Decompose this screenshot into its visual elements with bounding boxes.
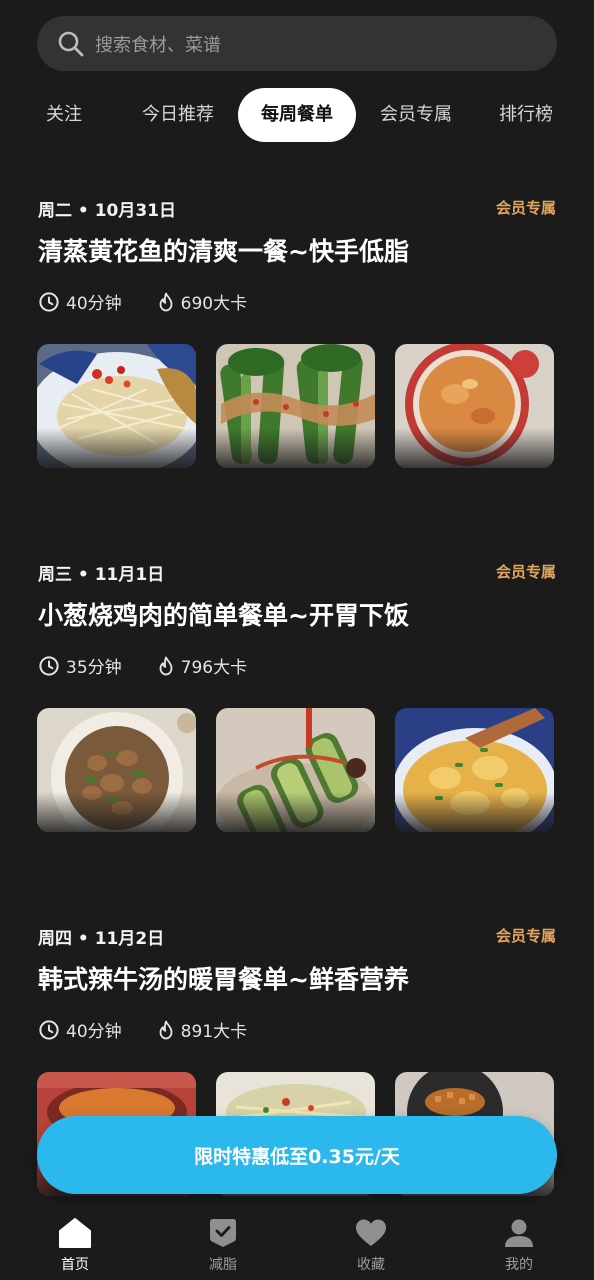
tab-ranking[interactable]: 排行榜	[490, 88, 562, 142]
calories: 796大卡	[180, 658, 248, 678]
clock-icon	[39, 1019, 59, 1040]
menu-date: 周三 • 11月1日	[38, 565, 165, 585]
menu-title: 韩式辣牛汤的暖胃餐单~鲜香营养	[38, 965, 409, 994]
dish-image[interactable]	[395, 708, 554, 832]
tab-today-recommend[interactable]: 今日推荐	[133, 88, 223, 142]
search-input[interactable]: 搜索食材、菜谱	[95, 31, 221, 57]
cook-time: 35分钟	[66, 658, 122, 678]
menu-date: 周二 • 10月31日	[38, 201, 177, 221]
search-bar[interactable]: 搜索食材、菜谱	[37, 16, 557, 71]
nav-mine[interactable]: 我的	[474, 1218, 564, 1274]
dish-image[interactable]	[216, 708, 375, 832]
menu-card[interactable]: 周三 • 11月1日 会员专属 小葱烧鸡肉的简单餐单~开胃下饭 35分钟 796…	[0, 560, 594, 900]
check-badge-icon	[210, 1219, 236, 1247]
menu-card[interactable]: 周二 • 10月31日 会员专属 清蒸黄花鱼的清爽一餐~快手低脂 40分钟 69…	[0, 196, 594, 536]
user-icon	[505, 1219, 533, 1247]
nav-home[interactable]: 首页	[30, 1218, 120, 1274]
tab-weekly-menu[interactable]: 每周餐单	[238, 88, 356, 142]
nav-fat-loss[interactable]: 减脂	[178, 1218, 268, 1274]
flame-icon	[159, 656, 173, 675]
dish-image[interactable]	[37, 708, 196, 832]
dish-image[interactable]	[395, 344, 554, 468]
menu-title: 清蒸黄花鱼的清爽一餐~快手低脂	[38, 237, 409, 266]
cook-time: 40分钟	[66, 294, 122, 314]
flame-icon	[159, 1020, 173, 1039]
nav-label: 我的	[505, 1257, 533, 1273]
dish-image[interactable]	[37, 344, 196, 468]
nav-favorites[interactable]: 收藏	[326, 1218, 416, 1274]
calories: 690大卡	[180, 294, 248, 314]
tab-follow[interactable]: 关注	[28, 88, 100, 142]
nav-label: 首页	[61, 1257, 89, 1273]
home-icon	[59, 1218, 91, 1248]
vip-badge: 会员专属	[495, 199, 556, 217]
heart-icon	[356, 1219, 386, 1246]
nav-label: 收藏	[357, 1257, 385, 1273]
clock-icon	[39, 655, 59, 676]
nav-label: 减脂	[209, 1257, 237, 1273]
dish-image[interactable]	[216, 344, 375, 468]
vip-badge: 会员专属	[495, 927, 556, 945]
calories: 891大卡	[180, 1022, 248, 1042]
menu-date: 周四 • 11月2日	[38, 929, 165, 949]
clock-icon	[39, 291, 59, 312]
promo-button[interactable]: 限时特惠低至0.35元/天	[37, 1116, 557, 1194]
category-tabs: 关注 今日推荐 每周餐单 会员专属 排行榜	[0, 88, 594, 144]
flame-icon	[159, 292, 173, 311]
search-icon	[58, 31, 84, 56]
menu-title: 小葱烧鸡肉的简单餐单~开胃下饭	[38, 601, 409, 630]
vip-badge: 会员专属	[495, 563, 556, 581]
tab-vip-exclusive[interactable]: 会员专属	[371, 88, 461, 142]
bottom-nav: 首页 减脂 收藏 我的	[0, 1204, 594, 1280]
cook-time: 40分钟	[66, 1022, 122, 1042]
